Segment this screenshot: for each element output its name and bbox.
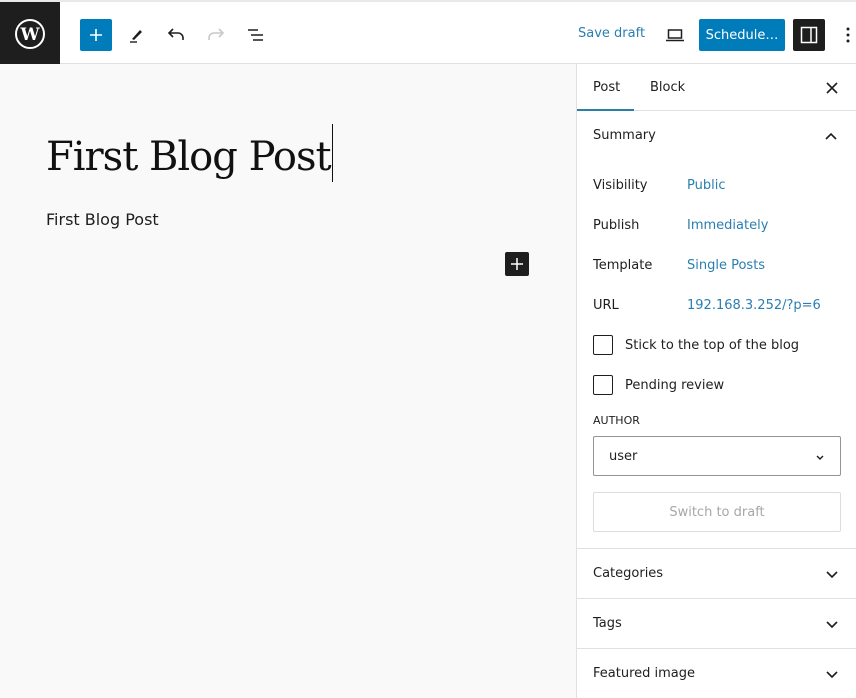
pending-review-checkbox-row[interactable]: Pending review — [593, 375, 724, 395]
sticky-checkbox[interactable] — [593, 335, 613, 355]
editor-header: W Save draft Schedule… — [0, 0, 856, 66]
author-label: AUTHOR — [593, 414, 640, 427]
settings-button[interactable] — [793, 19, 825, 51]
template-label: Template — [593, 258, 653, 273]
schedule-button[interactable]: Schedule… — [699, 19, 785, 51]
pencil-icon — [130, 30, 142, 43]
tags-panel-toggle[interactable]: Tags — [577, 598, 856, 648]
wordpress-icon: W — [15, 19, 45, 49]
pending-review-label: Pending review — [625, 377, 725, 393]
visibility-value[interactable]: Public — [687, 178, 725, 193]
redo-icon — [208, 28, 225, 40]
list-view-icon — [248, 29, 263, 41]
chevron-up-icon — [825, 132, 837, 140]
more-vertical-icon — [846, 27, 850, 43]
close-icon — [826, 82, 838, 94]
featured-image-title: Featured image — [593, 666, 696, 681]
url-label: URL — [593, 298, 619, 313]
sticky-label: Stick to the top of the blog — [625, 337, 800, 353]
tab-block[interactable]: Block — [650, 80, 685, 95]
publish-value[interactable]: Immediately — [687, 218, 768, 233]
chevron-down-icon — [826, 621, 838, 629]
wordpress-logo[interactable]: W — [0, 2, 60, 66]
undo-button[interactable] — [160, 19, 192, 51]
plus-icon — [511, 258, 523, 270]
laptop-icon — [666, 29, 684, 42]
categories-panel-toggle[interactable]: Categories — [577, 548, 856, 598]
tools-button[interactable] — [120, 19, 152, 51]
svg-text:W: W — [19, 25, 40, 45]
author-value: user — [609, 448, 638, 464]
url-value[interactable]: 192.168.3.252/?p=6 — [687, 298, 821, 313]
switch-to-draft-button[interactable]: Switch to draft — [593, 492, 841, 532]
chevron-down-icon — [816, 455, 824, 460]
tab-post[interactable]: Post — [593, 80, 620, 95]
paragraph-block[interactable]: First Blog Post — [46, 210, 159, 229]
chevron-down-icon — [826, 571, 838, 579]
tags-title: Tags — [593, 616, 622, 631]
text-caret — [331, 124, 333, 182]
sticky-checkbox-row[interactable]: Stick to the top of the blog — [593, 335, 799, 355]
settings-sidebar: Post Block Summary Visibility Public Pub… — [576, 64, 856, 698]
chevron-down-icon — [826, 671, 838, 679]
featured-image-panel-toggle[interactable]: Featured image — [577, 648, 856, 698]
template-value[interactable]: Single Posts — [687, 258, 765, 273]
sidebar-tabs: Post Block — [577, 64, 856, 111]
preview-button[interactable] — [659, 19, 691, 51]
author-select[interactable]: user — [593, 436, 841, 476]
categories-title: Categories — [593, 566, 664, 581]
sidebar-icon — [800, 26, 818, 44]
save-draft-button[interactable]: Save draft — [578, 26, 645, 41]
document-overview-button[interactable] — [240, 19, 272, 51]
close-sidebar-button[interactable] — [822, 78, 842, 98]
pending-review-checkbox[interactable] — [593, 375, 613, 395]
block-appender-button[interactable] — [505, 252, 529, 276]
redo-button[interactable] — [200, 19, 232, 51]
plus-icon — [90, 29, 102, 41]
post-title-text: First Blog Post — [46, 134, 332, 180]
visibility-label: Visibility — [593, 178, 648, 193]
summary-panel-toggle[interactable]: Summary — [577, 111, 856, 161]
undo-icon — [167, 28, 184, 40]
post-title-input[interactable]: First Blog Post — [46, 124, 333, 182]
add-block-button[interactable] — [80, 19, 112, 51]
publish-label: Publish — [593, 218, 640, 233]
summary-title: Summary — [593, 128, 656, 143]
editor-canvas: First Blog Post First Blog Post — [0, 64, 576, 698]
options-button[interactable] — [840, 19, 856, 51]
